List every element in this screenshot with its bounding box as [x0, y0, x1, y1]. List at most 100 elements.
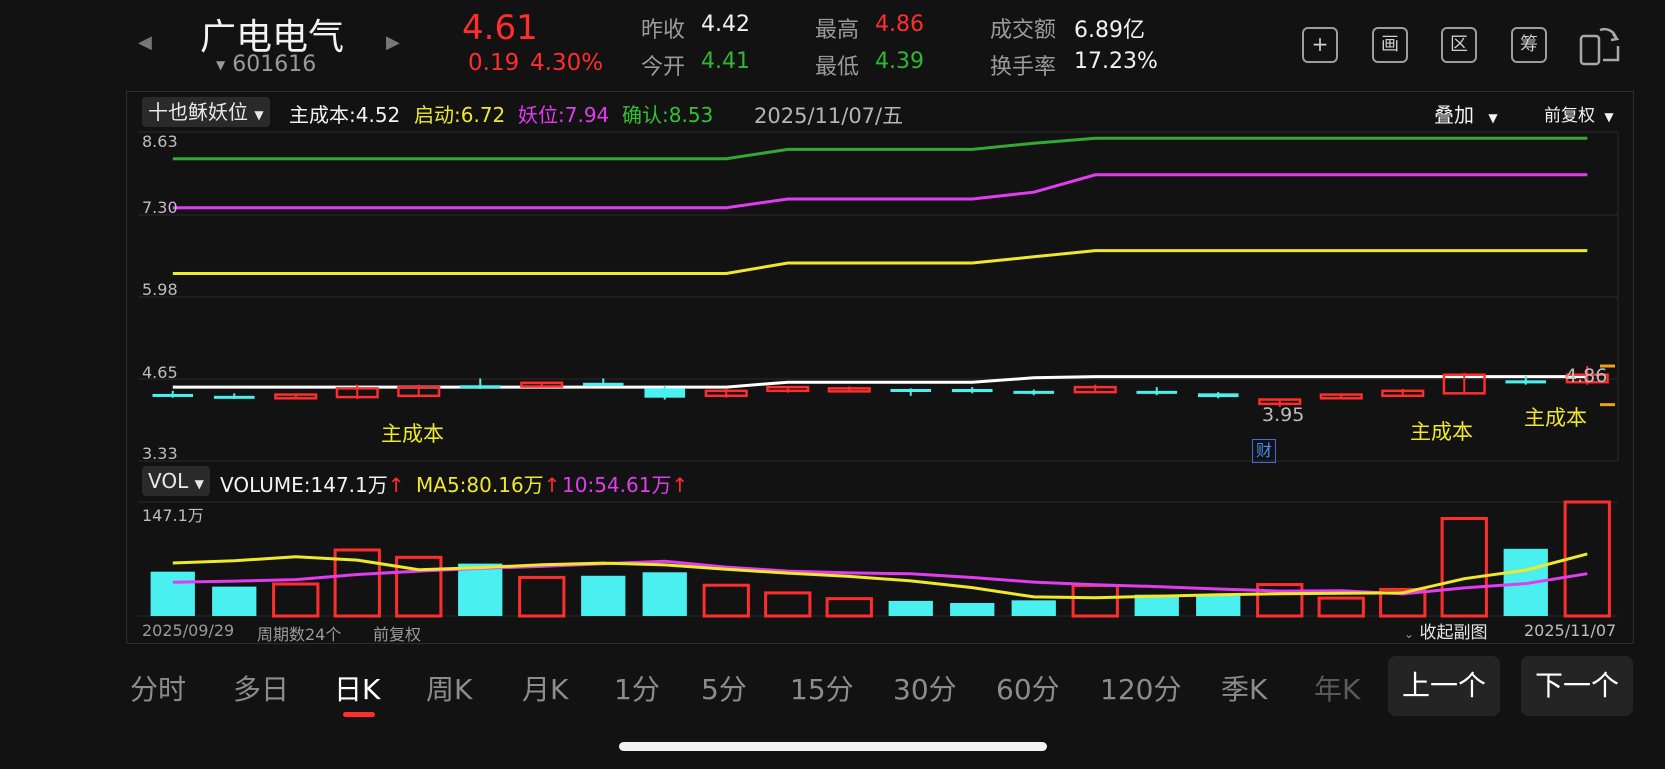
plus-icon: + [1311, 32, 1329, 56]
legend-ma5-value: 80.16万 [466, 473, 544, 497]
tab-5min[interactable]: 5分 [701, 668, 747, 708]
draw-button[interactable]: 画 [1372, 27, 1408, 63]
collapse-subchart-label: 收起副图 [1419, 623, 1488, 643]
legend-cost: 主成本:4.52 [289, 99, 400, 128]
legend-ma10-label: 10: [562, 473, 595, 497]
cost-tag: 主成本 [381, 422, 444, 446]
legend-demon-value: 7.94 [564, 103, 610, 127]
overlay-label: 叠加 [1434, 103, 1474, 127]
price-change-pct: 4.30% [530, 50, 604, 76]
turnover-rate-value: 17.23% [1074, 49, 1158, 74]
tab-yearly-k[interactable]: 年K [1314, 668, 1360, 708]
low-label: 最低 [815, 55, 860, 80]
next-stock-arrow[interactable]: ▶ [386, 32, 400, 53]
double-chevron-down-icon: ⌄ [1404, 627, 1415, 641]
tab-1min[interactable]: 1分 [614, 668, 660, 708]
legend-ma10: 10:54.61万↑ [562, 469, 688, 498]
legend-confirm-value: 8.53 [668, 103, 714, 127]
turnover-label: 成交额 [990, 18, 1057, 43]
prev-stock-arrow[interactable]: ◀ [138, 32, 152, 53]
indicator-name: 十也稣妖位 [148, 100, 248, 124]
tab-quarterly-k[interactable]: 季K [1221, 668, 1267, 708]
y-tick-label: 5.98 [142, 280, 178, 299]
chips-button[interactable]: 筹 [1511, 27, 1547, 63]
rotate-button[interactable] [1578, 26, 1622, 66]
adjust-dropdown[interactable]: 前复权 ▼ [1544, 101, 1614, 126]
legend-demon-label: 妖位: [518, 103, 565, 127]
legend-cost-label: 主成本: [289, 103, 356, 127]
overlay-dropdown[interactable]: 叠加 ▼ [1434, 99, 1498, 128]
tab-intraday[interactable]: 分时 [130, 668, 186, 708]
next-stock-button[interactable]: 下一个 [1521, 656, 1633, 716]
y-tick-label: 4.65 [142, 363, 178, 382]
volume-indicator-name: VOL [148, 469, 189, 493]
up-arrow-icon: ↑ [671, 473, 689, 497]
prev-stock-button[interactable]: 上一个 [1388, 656, 1500, 716]
adjust-label: 前复权 [1544, 106, 1595, 126]
prev-close-value: 4.42 [701, 12, 750, 37]
tab-daily-k[interactable]: 日K [334, 668, 380, 708]
legend-demon: 妖位:7.94 [518, 99, 609, 128]
high-label: 最高 [815, 18, 860, 43]
chart-start-date: 2025/09/29 [142, 621, 235, 640]
rotate-screen-icon [1579, 27, 1620, 66]
volume-y-max: 147.1万 [142, 506, 204, 525]
range-icon: 区 [1450, 34, 1468, 55]
volume-indicator-selector[interactable]: VOL ▼ [142, 466, 210, 496]
up-arrow-icon: ↑ [387, 473, 405, 497]
chart-end-date: 2025/11/07 [1524, 621, 1617, 640]
open-value: 4.41 [701, 49, 750, 74]
high-value: 4.86 [875, 12, 924, 37]
legend-volume-value: 147.1万 [310, 473, 388, 497]
high-marker: 4.86 [1565, 365, 1608, 387]
legend-cost-value: 4.52 [355, 103, 401, 127]
turnover-value: 6.89亿 [1074, 18, 1145, 43]
low-marker: 3.95 [1262, 404, 1305, 426]
tab-weekly-k[interactable]: 周K [426, 668, 472, 708]
collapse-subchart-button[interactable]: ⌄ 收起副图 [1404, 618, 1487, 643]
tab-60min[interactable]: 60分 [996, 668, 1060, 708]
y-tick-label: 3.33 [142, 444, 178, 463]
indicator-selector[interactable]: 十也稣妖位 ▼ [142, 97, 270, 127]
range-button[interactable]: 区 [1441, 27, 1477, 63]
finance-badge[interactable]: 财 [1252, 439, 1276, 463]
prev-close-label: 昨收 [641, 18, 686, 43]
cost-tag: 主成本 [1410, 420, 1473, 444]
crosshair-date: 2025/11/07/五 [754, 104, 904, 128]
tab-120min[interactable]: 120分 [1100, 668, 1181, 708]
kline-panel[interactable] [126, 91, 1634, 644]
legend-confirm-label: 确认: [622, 103, 669, 127]
cost-tag: 主成本 [1524, 406, 1587, 430]
legend-confirm: 确认:8.53 [622, 99, 713, 128]
legend-ma10-value: 54.61万 [594, 473, 672, 497]
legend-start-value: 6.72 [460, 103, 506, 127]
chevron-down-icon: ▼ [254, 108, 264, 122]
legend-volume: VOLUME:147.1万↑ [220, 469, 405, 498]
tab-multi-day[interactable]: 多日 [233, 668, 289, 708]
active-tab-indicator [343, 712, 375, 717]
up-arrow-icon: ↑ [543, 473, 561, 497]
legend-volume-label: VOLUME: [220, 473, 311, 497]
legend-ma5-label: MA5: [416, 473, 467, 497]
chips-icon: 筹 [1520, 34, 1538, 55]
chevron-down-icon: ▼ [216, 58, 226, 72]
finance-badge-label: 财 [1255, 441, 1272, 460]
draw-icon: 画 [1381, 34, 1399, 55]
current-price: 4.61 [462, 8, 538, 48]
legend-start: 启动:6.72 [414, 99, 505, 128]
open-label: 今开 [641, 55, 686, 80]
stock-code: 601616 [232, 52, 317, 77]
chevron-down-icon: ▼ [1604, 110, 1614, 124]
add-button[interactable]: + [1302, 27, 1338, 63]
y-tick-label: 7.30 [142, 198, 178, 217]
chevron-down-icon: ▼ [1488, 111, 1498, 125]
legend-ma5: MA5:80.16万↑ [416, 469, 560, 498]
home-indicator [619, 742, 1047, 751]
tab-15min[interactable]: 15分 [790, 668, 854, 708]
price-change: 0.19 [468, 50, 520, 76]
y-tick-label: 8.63 [142, 132, 178, 151]
tab-30min[interactable]: 30分 [893, 668, 957, 708]
turnover-rate-label: 换手率 [990, 55, 1057, 80]
tab-monthly-k[interactable]: 月K [522, 668, 568, 708]
stock-code-dropdown[interactable]: ▼ 601616 [216, 52, 316, 77]
